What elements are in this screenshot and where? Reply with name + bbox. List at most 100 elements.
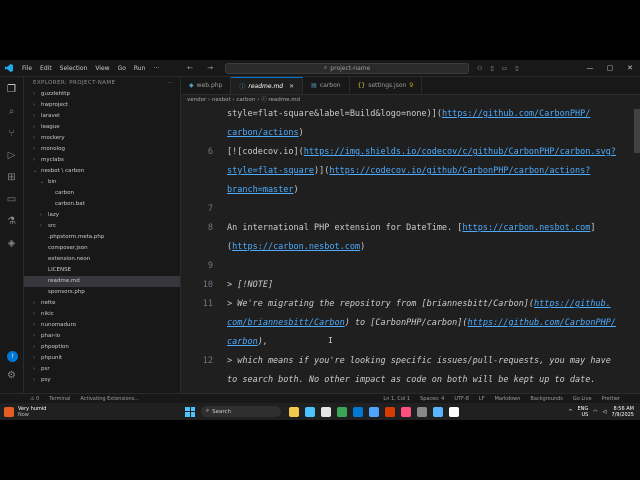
tree-item[interactable]: ⌄ bin xyxy=(24,177,180,188)
close-window-icon[interactable]: ✕ xyxy=(620,64,640,72)
taskbar-app-icon[interactable] xyxy=(321,406,331,417)
tree-item[interactable]: › guzzlehttp xyxy=(24,89,180,100)
line-ending[interactable]: LF xyxy=(479,396,485,402)
close-tab-icon[interactable]: ✕ xyxy=(289,83,294,90)
more-menu-icon[interactable]: ··· xyxy=(149,65,163,72)
menu-edit[interactable]: Edit xyxy=(36,65,56,72)
account-badge-icon[interactable]: ! xyxy=(7,351,18,362)
tree-item[interactable]: › phar-io xyxy=(24,331,180,342)
files-icon[interactable]: ❐ xyxy=(5,83,18,96)
editor-tab[interactable]: {} settings.json 9 xyxy=(350,77,423,94)
remote-icon[interactable]: ▭ xyxy=(5,193,18,206)
tree-item[interactable]: extension.neon xyxy=(24,254,180,265)
tree-item[interactable]: › nette xyxy=(24,298,180,309)
volume-icon[interactable]: ◁ xyxy=(603,409,607,415)
tree-item[interactable]: › hwproject xyxy=(24,100,180,111)
editor-tab[interactable]: ◆ web.php xyxy=(181,77,232,94)
tree-item[interactable]: › nikic xyxy=(24,309,180,320)
docker-icon[interactable]: ◈ xyxy=(5,237,18,250)
code-link[interactable]: https://github.com/CarbonPHP/ xyxy=(468,318,616,328)
tree-item[interactable]: composer.json xyxy=(24,243,180,254)
taskbar-app-icon[interactable] xyxy=(401,406,411,417)
language-mode[interactable]: Markdown xyxy=(495,396,521,402)
prettier-status[interactable]: Prettier xyxy=(602,396,620,402)
tree-item[interactable]: › psy xyxy=(24,375,180,386)
code-link[interactable]: https://carbon.nesbot.com xyxy=(462,223,590,233)
tree-item[interactable]: › src xyxy=(24,221,180,232)
language-indicator[interactable]: ENG US xyxy=(578,406,589,418)
menu-go[interactable]: Go xyxy=(114,65,130,72)
tree-item[interactable]: › lazy xyxy=(24,210,180,221)
tree-item[interactable]: › nunomaduro xyxy=(24,320,180,331)
tree-item[interactable]: › psr xyxy=(24,364,180,375)
taskbar-app-icon[interactable] xyxy=(353,406,363,417)
taskbar-app-icon[interactable] xyxy=(449,406,459,417)
encoding[interactable]: UTF-8 xyxy=(454,396,469,402)
command-center-search[interactable]: ⌕ project-name xyxy=(225,62,470,74)
backgrounds-status[interactable]: Backgrounds xyxy=(530,396,562,402)
taskbar-app-icon[interactable] xyxy=(417,406,427,417)
tree-item[interactable]: › league xyxy=(24,122,180,133)
tray-chevron-icon[interactable]: ^ xyxy=(568,409,572,415)
breadcrumb[interactable]: vendor › nesbot › carbon › ⓘ readme.md xyxy=(181,95,640,106)
code-link[interactable]: carbon/actions xyxy=(227,128,299,138)
code-link[interactable]: com/briannesbitt/Carbon xyxy=(227,318,345,328)
editor-tab[interactable]: ▤ carbon xyxy=(303,77,350,94)
layout-icons[interactable]: ⚇ ▯ ▭ ▯ xyxy=(477,65,521,72)
taskbar-app-icon[interactable] xyxy=(433,406,443,417)
code-link[interactable]: https://github. xyxy=(534,299,611,309)
menu-file[interactable]: File xyxy=(18,65,36,72)
taskbar-app-icon[interactable] xyxy=(289,406,299,417)
search-icon[interactable]: ⌕ xyxy=(5,105,18,118)
code-link[interactable]: https://img.shields.io/codecov/c/github/… xyxy=(304,147,616,157)
taskbar-app-icon[interactable] xyxy=(305,406,315,417)
indentation[interactable]: Spaces: 4 xyxy=(420,396,444,402)
problems-indicator[interactable]: ⚠ 0 xyxy=(30,396,39,402)
tree-item[interactable]: readme.md xyxy=(24,276,180,287)
wifi-icon[interactable]: ◠ xyxy=(593,409,597,415)
terminal-toggle[interactable]: Terminal xyxy=(49,396,70,402)
tree-item[interactable]: LICENSE xyxy=(24,265,180,276)
code-link[interactable]: https://github.com/CarbonPHP/ xyxy=(442,109,590,119)
code-link[interactable]: https://carbon.nesbot.com xyxy=(232,242,360,252)
run-debug-icon[interactable]: ▷ xyxy=(5,149,18,162)
taskbar-app-icon[interactable] xyxy=(337,406,347,417)
settings-icon[interactable]: ⚙ xyxy=(5,369,18,382)
editor-tab[interactable]: ⓘ readme.md ✕ xyxy=(231,77,304,94)
tree-item[interactable]: carbon xyxy=(24,188,180,199)
minimize-icon[interactable]: — xyxy=(580,64,600,72)
testing-icon[interactable]: ⚗ xyxy=(5,215,18,228)
code-link[interactable]: branch=master xyxy=(227,185,294,195)
cursor-position[interactable]: Ln 1, Col 1 xyxy=(383,396,410,402)
nav-arrows-icon[interactable]: ← → xyxy=(187,64,219,72)
taskbar-app-icon[interactable] xyxy=(369,406,379,417)
tree-item[interactable]: › phpunit xyxy=(24,353,180,364)
tree-item[interactable]: carbon.bat xyxy=(24,199,180,210)
tree-item[interactable]: › mockery xyxy=(24,133,180,144)
windows-start-icon[interactable] xyxy=(185,406,195,417)
weather-widget[interactable]: Very humid Now xyxy=(0,406,150,418)
maximize-icon[interactable]: ▢ xyxy=(600,64,620,72)
taskbar-app-icon[interactable] xyxy=(385,406,395,417)
tree-item[interactable]: › monolog xyxy=(24,144,180,155)
tree-item[interactable]: .phpstorm.meta.php xyxy=(24,232,180,243)
tree-item[interactable]: sponsors.php xyxy=(24,287,180,298)
taskbar-search[interactable]: ⌕ Search xyxy=(201,406,281,417)
extensions-icon[interactable]: ⊞ xyxy=(5,171,18,184)
editor-scrollbar[interactable] xyxy=(634,109,640,153)
tree-item[interactable]: ⌄ nesbot \ carbon xyxy=(24,166,180,177)
code-view[interactable]: I style=flat-square&label=Build&logo=non… xyxy=(181,107,640,393)
code-link[interactable]: https://codecov.io/github/CarbonPHP/carb… xyxy=(329,166,590,176)
code-link[interactable]: style=flat-square xyxy=(227,166,314,176)
source-control-icon[interactable]: ⑂ xyxy=(5,127,18,140)
tree-item[interactable]: › laravel xyxy=(24,111,180,122)
clock[interactable]: 8:56 AM 7/9/2025 xyxy=(612,406,634,418)
tree-item[interactable]: › phpoption xyxy=(24,342,180,353)
menu-run[interactable]: Run xyxy=(130,65,150,72)
more-actions-icon[interactable]: ··· xyxy=(168,77,174,89)
menu-view[interactable]: View xyxy=(91,65,113,72)
code-link[interactable]: carbon xyxy=(227,337,258,347)
menu-selection[interactable]: Selection xyxy=(56,65,92,72)
go-live-button[interactable]: Go Live xyxy=(573,396,592,402)
tree-item[interactable]: › myclabs xyxy=(24,155,180,166)
